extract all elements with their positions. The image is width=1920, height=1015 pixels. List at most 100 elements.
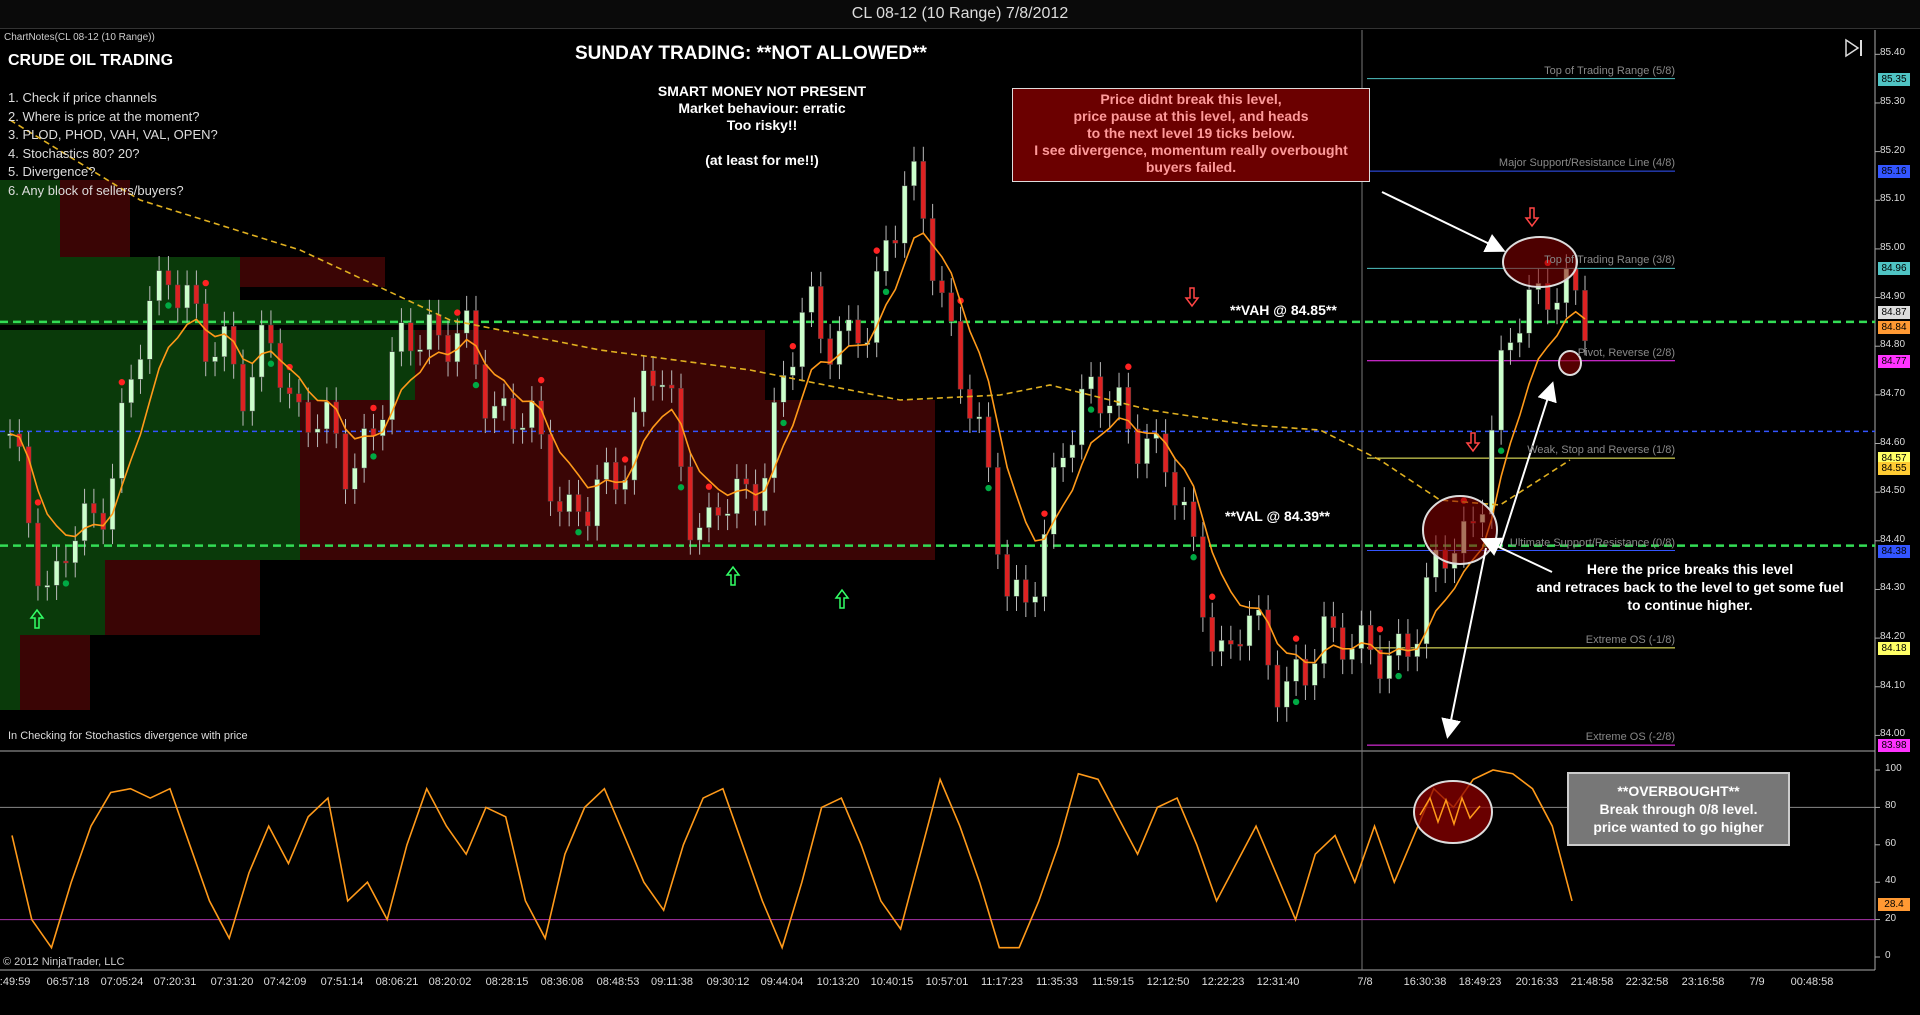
candle-body	[435, 314, 442, 336]
price-tick-label: 84.60	[1880, 436, 1906, 448]
candle-body	[491, 405, 498, 419]
swing-high-dot	[1376, 625, 1384, 633]
candle-body	[1554, 302, 1560, 310]
price-tick-label: 85.40	[1880, 47, 1906, 59]
price-tick-label: 84.80	[1880, 339, 1906, 351]
candle-body	[44, 585, 51, 588]
candle-body	[1013, 579, 1020, 597]
volume-zone	[0, 560, 105, 635]
val-label: **VAL @ 84.39**	[1225, 508, 1330, 524]
candle-body	[687, 466, 694, 541]
candle-body	[976, 416, 982, 420]
stoch-tick-label: 0	[1885, 950, 1891, 961]
candle-body	[212, 356, 218, 362]
price-tick-label: 84.70	[1880, 387, 1906, 399]
price-tick-label: 85.30	[1880, 95, 1906, 107]
candle-body	[1088, 376, 1094, 390]
candle-body	[1209, 617, 1215, 652]
sell-signal-arrow-icon	[1524, 207, 1540, 228]
swing-low-dot	[677, 484, 685, 491]
smart-money-line: (at least for me!!)	[705, 152, 819, 168]
stochastics-note: In Checking for Stochastics divergence w…	[8, 730, 248, 742]
play-end-icon[interactable]	[1843, 37, 1865, 59]
time-tick-label: 07:31:20	[210, 976, 254, 988]
candle-body	[445, 334, 451, 363]
price-tick-label: 84.90	[1880, 290, 1906, 302]
smart-money-line: Too risky!!	[726, 117, 798, 133]
candle-body	[1246, 615, 1253, 647]
candle-body	[35, 522, 41, 587]
candle-body	[1004, 554, 1010, 597]
candle-body	[501, 397, 507, 407]
price-tick-label: 84.40	[1880, 533, 1906, 545]
vah-label: **VAH @ 84.85**	[1230, 302, 1337, 318]
time-tick-label: 10:57:01	[925, 976, 969, 988]
price-tag: 84.84	[1878, 320, 1910, 334]
candle-body	[911, 161, 917, 187]
price-tick-label: 84.20	[1880, 631, 1906, 643]
candle-body	[91, 503, 97, 514]
price-tag: 85.16	[1878, 165, 1910, 179]
smart-money-line: SMART MONEY NOT PRESENT	[657, 83, 867, 99]
swing-low-dot	[1292, 698, 1300, 706]
candle-body	[724, 513, 731, 516]
swing-low-dot	[1190, 554, 1197, 561]
swing-low-dot	[472, 381, 480, 389]
time-tick-label: 16:30:38	[1403, 976, 1447, 988]
candle-body	[1190, 501, 1197, 537]
murrey-level-label: Top of Trading Range (5/8)	[1544, 64, 1675, 77]
candle-body	[147, 300, 153, 360]
candle-body	[1237, 643, 1243, 647]
time-tick-label: 08:36:08	[540, 976, 584, 988]
time-tick-label: 18:49:23	[1458, 976, 1502, 988]
time-tick-label: 07:42:09	[263, 976, 307, 988]
buy-signal-arrow-icon	[834, 588, 850, 609]
candle-body	[920, 161, 927, 219]
candle-body	[799, 312, 805, 368]
red-box-line: price pause at this level, and heads	[1073, 108, 1309, 124]
candle-body	[426, 314, 433, 350]
time-tick-label: 23:16:58	[1681, 976, 1725, 988]
time-tick-label: 12:22:23	[1201, 976, 1245, 988]
swing-high-dot	[202, 279, 209, 287]
price-tick-label: 84.00	[1880, 728, 1906, 740]
candle-body	[1517, 332, 1523, 343]
stochastics-line	[11, 769, 1573, 951]
price-tag: 84.77	[1878, 354, 1910, 368]
time-tick-label: 06:57:18	[46, 976, 90, 988]
candle-body	[1069, 444, 1076, 459]
time-tick-label: 07:51:14	[320, 976, 364, 988]
divergence-note-box: Price didnt break this level, price paus…	[1012, 88, 1370, 182]
swing-low-dot	[780, 419, 787, 427]
breakout-line: and retraces back to the level to get so…	[1536, 579, 1844, 595]
time-tick-label: 08:06:21	[375, 976, 419, 988]
time-tick-label: 22:32:58	[1625, 976, 1669, 988]
candle-body	[1172, 471, 1178, 506]
time-tick-label: 07:05:24	[100, 976, 144, 988]
candle-body	[81, 503, 88, 542]
swing-low-dot	[62, 580, 70, 587]
highlight-ellipse	[1422, 495, 1498, 565]
murrey-level-label: Ultimate Support/Resistance (0/8)	[1509, 536, 1675, 549]
stoch-tick-label: 60	[1885, 837, 1897, 849]
volume-zone	[0, 480, 300, 560]
candle-body	[128, 379, 134, 404]
breakout-line: to continue higher.	[1627, 597, 1753, 613]
candle-body	[1284, 681, 1290, 708]
candle-body	[752, 483, 759, 512]
swing-low-dot	[575, 528, 582, 536]
candle-body	[836, 330, 843, 365]
candle-body	[575, 494, 582, 512]
red-box-line: I see divergence, momentum really overbo…	[1034, 142, 1348, 158]
candle-body	[668, 384, 675, 389]
swing-high-dot	[621, 456, 629, 463]
candle-body	[1060, 457, 1066, 468]
candle-body	[631, 411, 638, 481]
candle-body	[1078, 388, 1085, 446]
candle-body	[305, 401, 311, 433]
candle-body	[268, 324, 274, 344]
murrey-level-label: Extreme OS (-1/8)	[1585, 633, 1675, 646]
candle-body	[193, 284, 200, 304]
time-tick-label: 7/8	[1357, 976, 1373, 988]
swing-high-dot	[1292, 635, 1300, 642]
